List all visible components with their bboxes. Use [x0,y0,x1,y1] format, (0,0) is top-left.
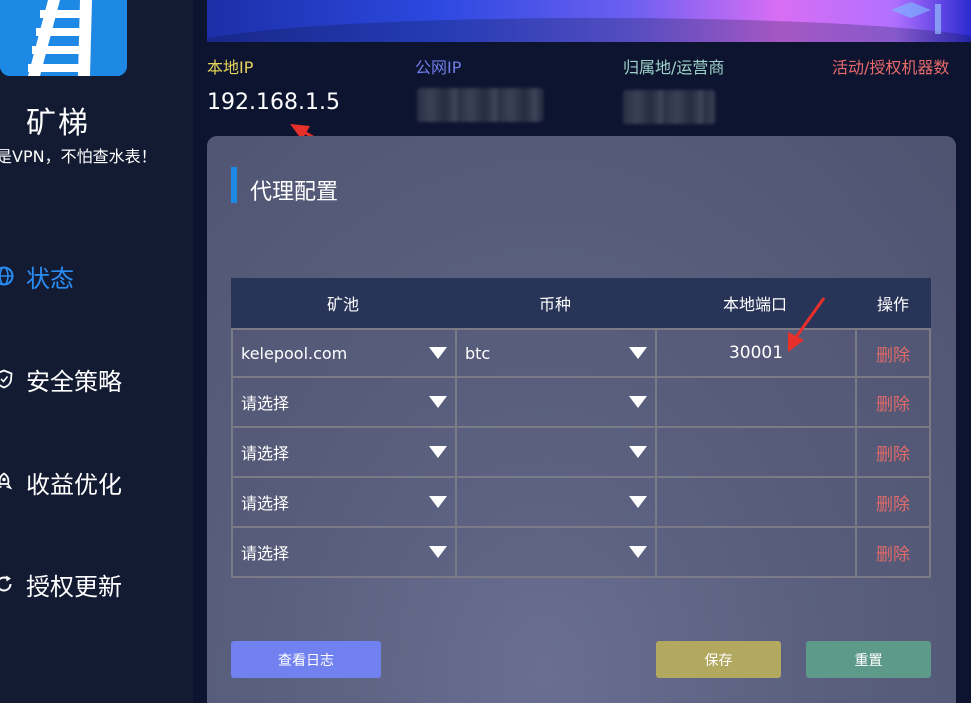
shield-icon [0,369,13,389]
save-button[interactable]: 保存 [656,641,781,678]
public-ip-label: 公网IP [415,58,462,77]
delete-button[interactable]: 删除 [855,528,931,578]
sidebar-item-status[interactable]: 状态 [0,256,74,296]
local-port-value: 30001 [728,343,784,363]
header-coin: 币种 [538,295,571,314]
caret-down-icon [629,546,647,558]
local-ip-label: 本地IP [207,58,254,77]
reset-button[interactable]: 重置 [806,641,931,678]
app-slogan: 是VPN，不怕查水表！ [0,147,157,166]
coin-select[interactable] [455,378,655,428]
isometric-decoration-icon [891,2,941,34]
app-name: 矿梯 [26,106,90,141]
machines-label: 活动/授权机器数 [832,58,950,77]
location-value-redacted [623,90,715,124]
table-header: 矿池 币种 本地端口 操作 [231,278,931,328]
caret-down-icon [629,396,647,408]
local-port-input[interactable] [655,478,855,528]
panel-title: 代理配置 [250,180,339,205]
pool-select[interactable]: 请选择 [231,528,455,578]
table-row: 请选择 删除 [231,528,931,578]
table-row: kelepool.com btc 30001 删除 [231,328,931,378]
table-row: 请选择 删除 [231,378,931,428]
local-ip-value: 192.168.1.5 [207,90,340,115]
caret-down-icon [629,347,647,359]
coin-select[interactable] [455,478,655,528]
coin-select[interactable]: btc [455,328,655,378]
delete-button[interactable]: 删除 [855,328,931,378]
sidebar-item-license-update[interactable]: 授权更新 [0,564,122,604]
local-port-input[interactable] [655,528,855,578]
caret-down-icon [429,396,447,408]
coin-select[interactable] [455,528,655,578]
sidebar: 矿梯 是VPN，不怕查水表！ 状态 安全策略 收益优化 授权更新 [0,0,193,703]
title-accent-bar [231,167,237,203]
delete-button[interactable]: 删除 [855,428,931,478]
location-label: 归属地/运营商 [623,58,725,77]
table-row: 请选择 删除 [231,478,931,528]
coin-select-value: btc [465,343,491,363]
delete-button[interactable]: 删除 [855,478,931,528]
pool-select-value: 请选择 [241,444,290,463]
caret-down-icon [429,546,447,558]
sidebar-item-label: 收益优化 [26,470,122,499]
header-banner [207,0,971,42]
pool-select[interactable]: 请选择 [231,428,455,478]
caret-down-icon [629,446,647,458]
sidebar-item-optimize[interactable]: 收益优化 [0,462,122,502]
public-ip-value-redacted [417,88,543,122]
header-action: 操作 [876,295,909,314]
proxy-table: 矿池 币种 本地端口 操作 kelepool.com btc 30001 删除 … [231,278,931,578]
coin-select[interactable] [455,428,655,478]
sidebar-item-label: 状态 [26,264,74,293]
sidebar-item-label: 安全策略 [26,367,122,396]
view-log-button[interactable]: 查看日志 [231,641,381,678]
globe-icon [0,266,14,286]
table-row: 请选择 删除 [231,428,931,478]
caret-down-icon [429,446,447,458]
refresh-icon [0,575,12,592]
pool-select[interactable]: 请选择 [231,478,455,528]
pool-select-value: 请选择 [241,494,290,513]
ladder-logo-icon [0,0,127,76]
sidebar-item-security[interactable]: 安全策略 [0,359,122,399]
proxy-config-panel: 代理配置 矿池 币种 本地端口 操作 kelepool.com btc 3000… [207,136,956,703]
pool-select[interactable]: kelepool.com [231,328,455,378]
sidebar-item-label: 授权更新 [26,572,122,601]
pool-select-value: kelepool.com [241,343,348,363]
local-port-input[interactable]: 30001 [655,328,855,378]
rocket-icon [0,472,13,490]
local-port-input[interactable] [655,428,855,478]
banner-decoration [207,18,971,42]
header-pool: 矿池 [326,295,359,314]
caret-down-icon [629,496,647,508]
pool-select[interactable]: 请选择 [231,378,455,428]
delete-button[interactable]: 删除 [855,378,931,428]
header-port: 本地端口 [722,295,787,314]
pool-select-value: 请选择 [241,544,290,563]
pool-select-value: 请选择 [241,394,290,413]
caret-down-icon [429,496,447,508]
local-port-input[interactable] [655,378,855,428]
caret-down-icon [429,347,447,359]
